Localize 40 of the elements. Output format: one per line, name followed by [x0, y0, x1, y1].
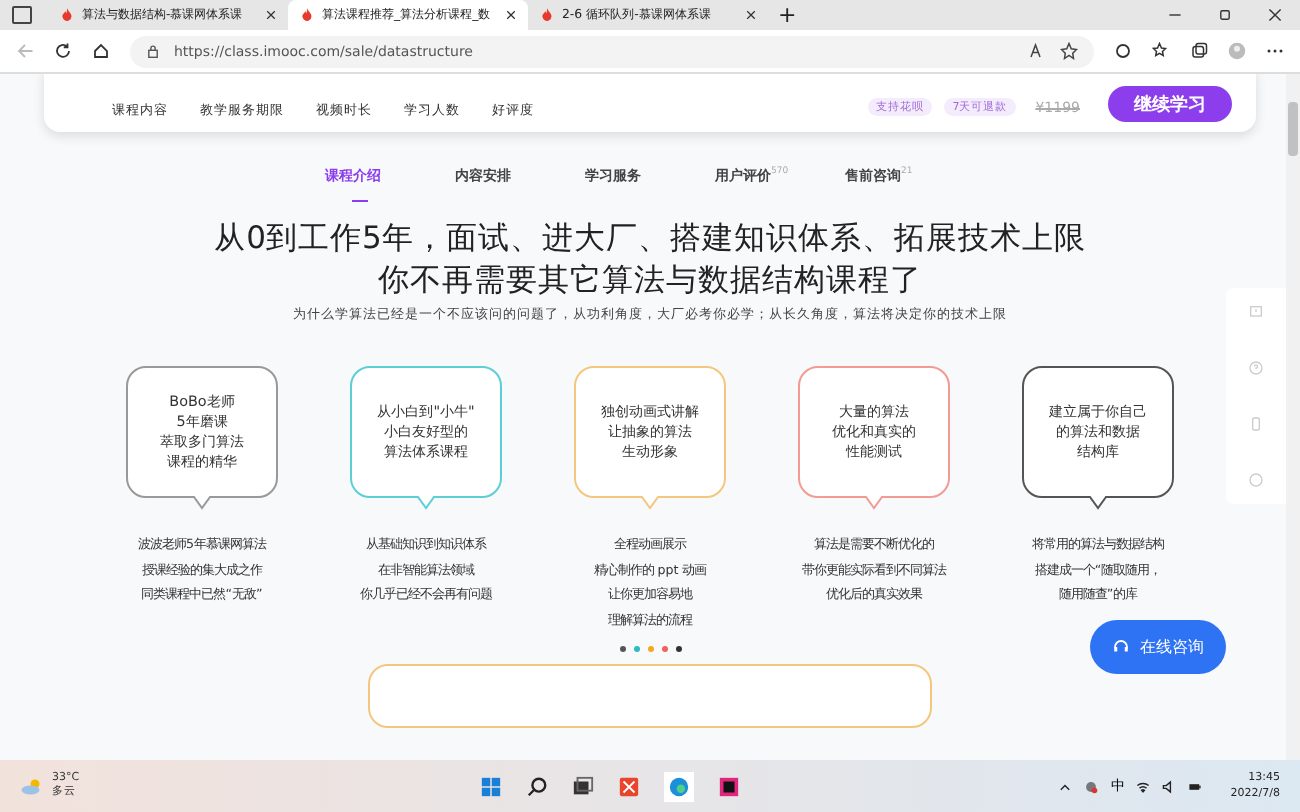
- network-error-icon[interactable]: [1084, 779, 1099, 793]
- collections-icon[interactable]: [1190, 42, 1208, 60]
- lock-icon: [146, 44, 160, 58]
- favorite-icon[interactable]: [1060, 42, 1078, 60]
- headset-icon: [1112, 638, 1130, 656]
- search-icon[interactable]: [526, 775, 548, 797]
- speaker-icon[interactable]: [1162, 779, 1177, 793]
- flame-icon: [60, 8, 74, 22]
- browser-icon[interactable]: [664, 771, 694, 801]
- headline: 你不再需要其它算法与数据结构课程了: [377, 260, 922, 302]
- headline: 从0到工作5年，面试、进大厂、搭建知识体系、拓展技术上限: [214, 218, 1086, 260]
- app-icon[interactable]: [618, 775, 640, 797]
- home-icon[interactable]: [92, 42, 110, 60]
- favorites-icon[interactable]: [1152, 42, 1170, 60]
- flame-icon: [300, 8, 314, 22]
- task-view-icon[interactable]: [572, 775, 594, 797]
- close-icon[interactable]: [1268, 8, 1282, 22]
- carousel-dot[interactable]: [675, 646, 681, 652]
- wifi-icon[interactable]: [1136, 779, 1151, 793]
- restore-icon[interactable]: [1218, 8, 1232, 22]
- close-icon[interactable]: [506, 10, 516, 20]
- start-icon[interactable]: [480, 775, 502, 797]
- close-icon[interactable]: [746, 10, 756, 20]
- scrollbar[interactable]: [1286, 74, 1300, 760]
- carousel-dot[interactable]: [633, 646, 639, 652]
- cloud-sun-icon: [20, 777, 44, 795]
- online-consult-button[interactable]: 在线咨询: [1090, 620, 1226, 674]
- minimize-icon[interactable]: [1168, 8, 1182, 22]
- tab-actions-icon[interactable]: [12, 6, 32, 24]
- refresh-icon[interactable]: [54, 42, 72, 60]
- ide-icon[interactable]: [718, 775, 740, 797]
- read-aloud-icon[interactable]: [1028, 42, 1046, 60]
- carousel-dot[interactable]: [647, 646, 653, 652]
- carousel-dot[interactable]: [619, 646, 625, 652]
- carousel-dot[interactable]: [661, 646, 667, 652]
- close-icon[interactable]: [266, 10, 276, 20]
- flame-icon: [540, 8, 554, 22]
- continue-learning-button[interactable]: 继续学习: [1108, 86, 1232, 122]
- new-tab-button[interactable]: +: [778, 2, 797, 28]
- chevron-up-icon[interactable]: [1058, 779, 1073, 793]
